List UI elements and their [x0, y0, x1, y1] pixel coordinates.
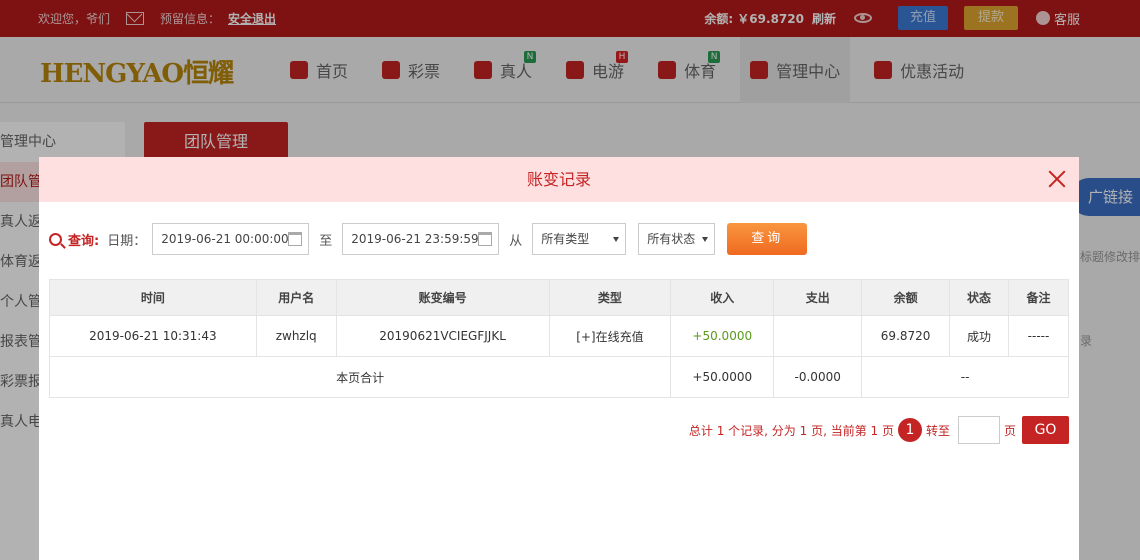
- search-icon: [49, 232, 62, 246]
- type-select-value: 所有类型: [541, 232, 590, 246]
- cell-status: 成功: [949, 315, 1009, 357]
- column-header: 状态: [949, 279, 1009, 316]
- end-date-value: 2019-06-21 23:59:59: [351, 232, 479, 246]
- chevron-down-icon: [613, 237, 620, 242]
- transaction-records-modal: 账变记录 查询: 日期： 2019-06-21 00:00:00 至 2019-…: [39, 157, 1079, 560]
- from-label: 从: [509, 233, 523, 249]
- column-header: 余额: [861, 279, 951, 316]
- cell-note: -----: [1008, 315, 1069, 357]
- close-icon[interactable]: [1047, 169, 1067, 189]
- status-select[interactable]: 所有状态: [638, 223, 716, 255]
- total-rest: --: [861, 356, 1069, 398]
- to-label: 至: [319, 233, 333, 249]
- status-select-value: 所有状态: [647, 232, 696, 246]
- chevron-down-icon: [702, 237, 709, 242]
- table-total-row: 本页合计 +50.0000 -0.0000 --: [48, 356, 1069, 398]
- column-header: 时间: [49, 279, 257, 316]
- calendar-icon[interactable]: [288, 232, 303, 246]
- table-row: 2019-06-21 10:31:43 zwhzlq 20190621VCIEG…: [49, 315, 1069, 357]
- page-total-label: 本页合计: [48, 356, 672, 398]
- modal-title: 账变记录: [526, 170, 591, 189]
- modal-header: 账变记录: [39, 157, 1079, 202]
- cell-type: [+]在线充值: [548, 315, 672, 357]
- start-date-input[interactable]: 2019-06-21 00:00:00: [152, 223, 310, 255]
- total-income: +50.0000: [670, 356, 775, 398]
- column-header: 类型: [548, 279, 672, 316]
- cell-time: 2019-06-21 10:31:43: [49, 315, 257, 357]
- date-label: 日期：: [107, 233, 147, 249]
- goto-label: 转至: [925, 423, 950, 438]
- query-button[interactable]: 查询: [727, 223, 808, 255]
- query-bar: 查询: 日期： 2019-06-21 00:00:00 至 2019-06-21…: [49, 223, 808, 255]
- start-date-value: 2019-06-21 00:00:00: [161, 232, 289, 246]
- cell-income: +50.0000: [670, 315, 775, 357]
- column-header: 支出: [773, 279, 863, 316]
- cell-username: zwhzlq: [255, 315, 337, 357]
- current-page-button[interactable]: 1: [897, 418, 922, 442]
- end-date-input[interactable]: 2019-06-21 23:59:59: [342, 223, 500, 255]
- column-header: 用户名: [255, 279, 337, 316]
- calendar-icon[interactable]: [478, 232, 493, 246]
- type-select[interactable]: 所有类型: [532, 223, 627, 255]
- table-header-row: 时间 用户名 账变编号 类型 收入 支出 余额 状态 备注: [49, 279, 1069, 316]
- cell-transaction-id: 20190621VCIEGFJJKL: [335, 315, 550, 357]
- pagination: 总计 1 个记录, 分为 1 页, 当前第 1 页 1 转至 页 GO: [689, 416, 1069, 444]
- transactions-table: 时间 用户名 账变编号 类型 收入 支出 余额 状态 备注 2019-06-21…: [48, 279, 1069, 398]
- column-header: 收入: [670, 279, 775, 316]
- column-header: 备注: [1008, 279, 1069, 316]
- cell-expense: [773, 315, 863, 357]
- column-header: 账变编号: [335, 279, 550, 316]
- cell-balance: 69.8720: [861, 315, 951, 357]
- goto-page-input[interactable]: [957, 416, 1000, 444]
- go-button[interactable]: GO: [1022, 416, 1069, 444]
- query-label: 查询:: [68, 233, 100, 249]
- total-expense: -0.0000: [773, 356, 863, 398]
- pagination-summary: 总计 1 个记录, 分为 1 页, 当前第 1 页: [688, 423, 894, 438]
- page-unit-label: 页: [1003, 423, 1016, 438]
